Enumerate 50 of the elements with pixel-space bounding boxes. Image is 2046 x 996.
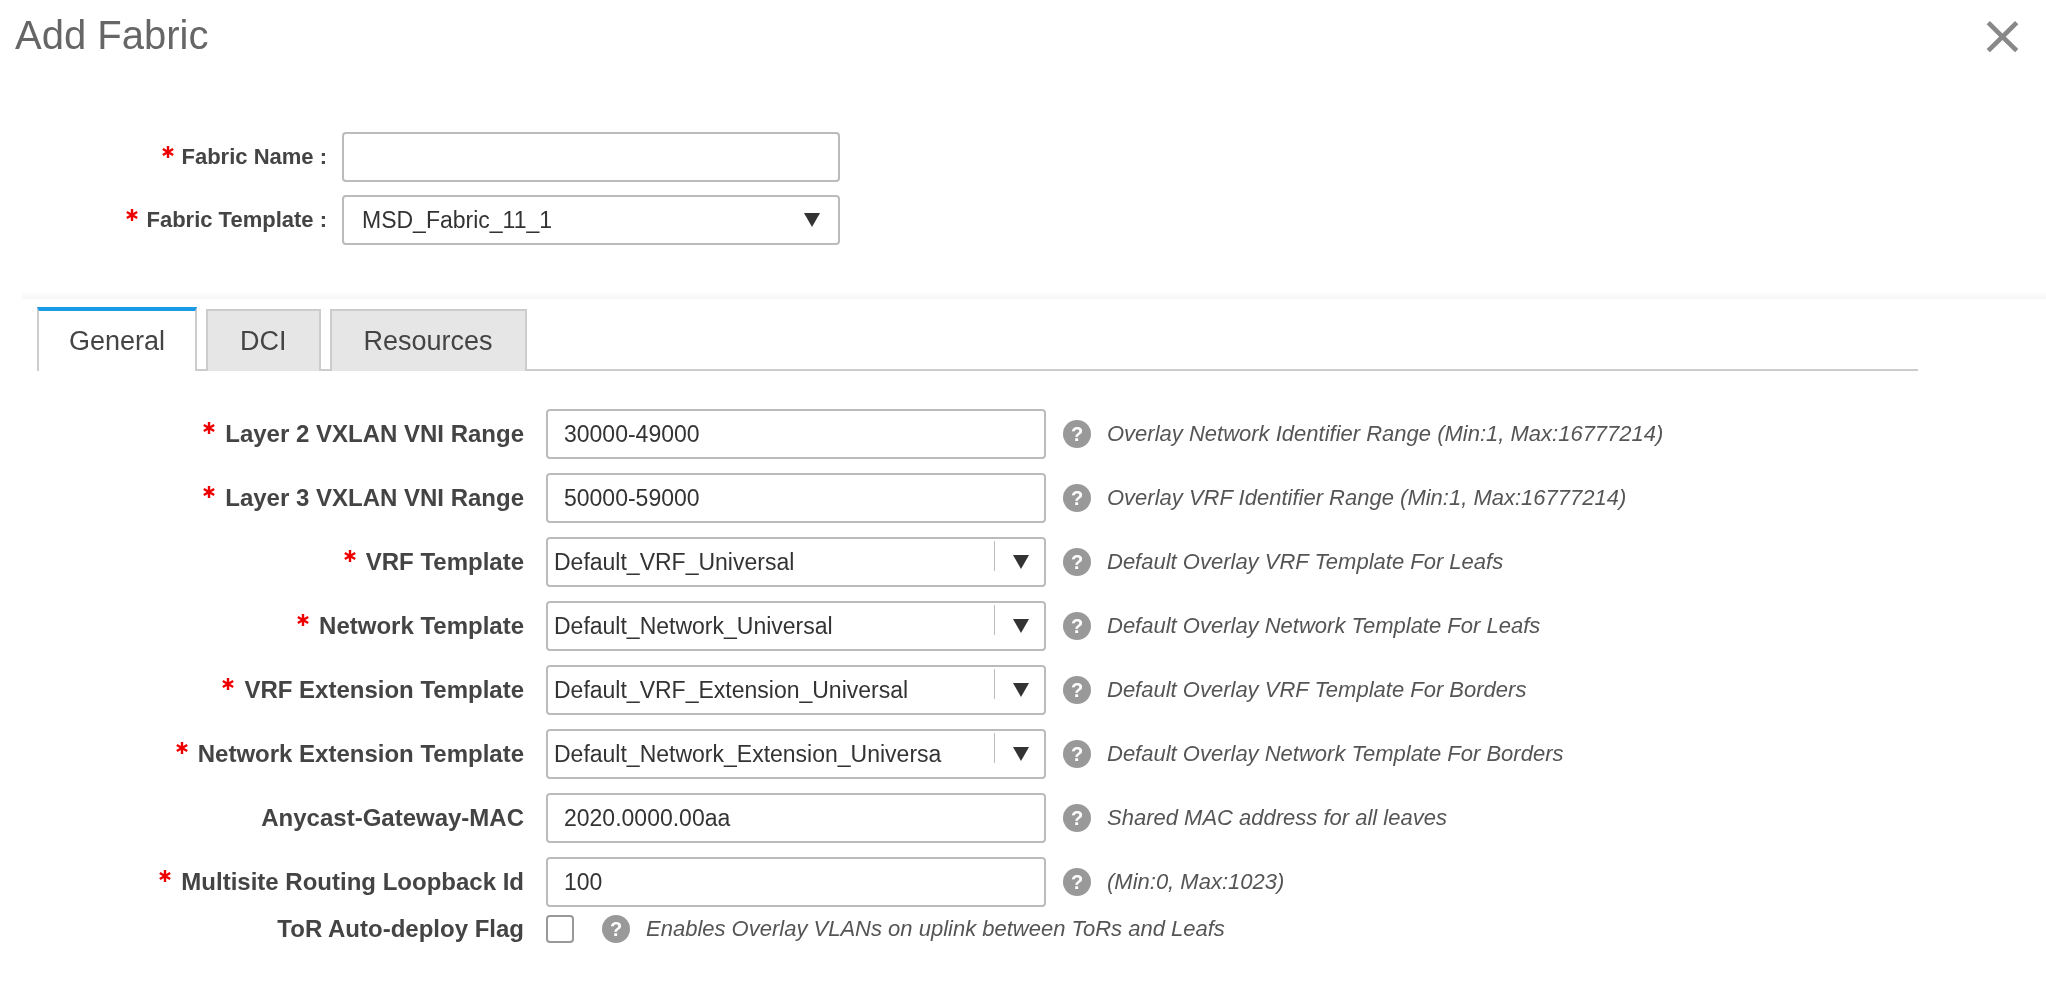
tab[interactable]: DCI (206, 309, 321, 371)
help-icon: ? (1063, 676, 1091, 704)
help-text: Default Overlay VRF Template For Leafs (1107, 549, 1504, 575)
field-label: Fabric Name : (181, 144, 327, 169)
field-label: Anycast-Gateway-MAC (261, 804, 524, 831)
tab[interactable]: Resources (329, 309, 527, 371)
field-label: Multisite Routing Loopback Id (181, 868, 524, 895)
close-button[interactable]: × (1973, 10, 2032, 60)
help-icon: ? (1063, 484, 1091, 512)
input-field[interactable] (342, 132, 840, 182)
input-field[interactable]: 2020.0000.00aa (546, 793, 1046, 843)
help-text: (Min:0, Max:1023) (1107, 869, 1285, 895)
help-text: Overlay VRF Identifier Range (Min:1, Max:16777214) (1107, 485, 1627, 511)
field-label: ToR Auto-deploy Flag (277, 915, 524, 942)
help-text: Default Overlay Network Template For Leafs (1107, 613, 1541, 639)
dropdown[interactable]: Default_Network_Universal (546, 601, 1046, 651)
field-label: VRF Extension Template (244, 676, 524, 703)
caret-icon (1013, 619, 1029, 633)
checkbox[interactable] (546, 915, 574, 943)
help-text: Default Overlay VRF Template For Borders (1107, 677, 1527, 703)
caret-icon (1013, 555, 1029, 569)
help-text: Overlay Network Identifier Range (Min:1, Max:16777214) (1107, 421, 1664, 447)
dropdown[interactable]: MSD_Fabric_11_1 (342, 195, 840, 245)
tab[interactable]: General (37, 307, 198, 371)
dropdown[interactable]: Default_VRF_Universal (546, 537, 1046, 587)
help-text: Shared MAC address for all leaves (1107, 805, 1447, 831)
help-text: Default Overlay Network Template For Borders (1107, 741, 1564, 767)
field-label: Fabric Template : (146, 207, 327, 232)
caret-icon (804, 213, 820, 227)
field-label: Network Template (319, 612, 524, 639)
dropdown[interactable]: Default_VRF_Extension_Universal (546, 665, 1046, 715)
caret-icon (1013, 683, 1029, 697)
input-field[interactable]: 30000-49000 (546, 409, 1046, 459)
help-icon: ? (1063, 740, 1091, 768)
dropdown[interactable]: Default_Network_Extension_Universa (546, 729, 1046, 779)
field-label: Layer 2 VXLAN VNI Range (225, 420, 524, 447)
field-label: Network Extension Template (197, 740, 524, 767)
help-icon: ? (602, 915, 630, 943)
field-label: Layer 3 VXLAN VNI Range (225, 484, 524, 511)
help-icon: ? (1063, 868, 1091, 896)
help-icon: ? (1063, 804, 1091, 832)
help-icon: ? (1063, 548, 1091, 576)
caret-icon (1013, 747, 1029, 761)
field-label: VRF Template (365, 548, 524, 575)
help-icon: ? (1063, 612, 1091, 640)
help-text: Enables Overlay VLANs on uplink between ToRs and Leafs (646, 916, 1225, 942)
input-field[interactable]: 100 (546, 857, 1046, 907)
dialog-title: Add Fabric (15, 12, 209, 58)
input-field[interactable]: 50000-59000 (546, 473, 1046, 523)
help-icon: ? (1063, 420, 1091, 448)
